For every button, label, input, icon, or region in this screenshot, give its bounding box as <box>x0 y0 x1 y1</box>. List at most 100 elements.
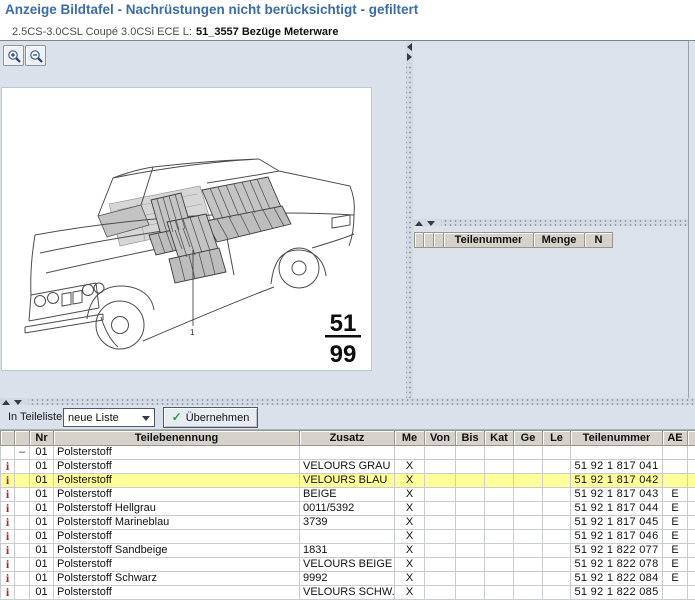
cell-kat <box>485 502 514 516</box>
parts-table: Nr Teilebenennung Zusatz Me Von Bis Kat … <box>0 430 695 600</box>
vertical-splitter[interactable] <box>406 41 413 398</box>
cell-ge <box>514 572 543 586</box>
cell-kat <box>485 516 514 530</box>
cell-ge <box>514 530 543 544</box>
expander-cell[interactable] <box>15 502 30 516</box>
col-nr[interactable]: Nr <box>30 431 54 446</box>
cell-von <box>425 572 456 586</box>
col-me[interactable]: Me <box>395 431 425 446</box>
cell-bis <box>456 460 485 474</box>
expander-cell[interactable]: – <box>15 446 30 460</box>
cell-zusatz <box>300 530 395 544</box>
cell-bis <box>456 586 485 600</box>
info-icon: i <box>1 544 15 558</box>
teileliste-toolbar: In Teileliste neue Liste ✓Übernehmen <box>0 405 695 430</box>
cell-nr: 01 <box>30 502 54 516</box>
parts-row[interactable]: i 01 Polsterstoff Sandbeige 1831 X 51 92… <box>1 544 695 558</box>
bildtafel-drawing-area[interactable]: 1 51 99 <box>1 87 372 371</box>
col-teilebenennung[interactable]: Teilebenennung <box>54 431 300 446</box>
parts-row[interactable]: – 01 Polsterstoff <box>1 446 695 460</box>
col-le[interactable]: Le <box>543 431 571 446</box>
uebernehmen-button[interactable]: ✓Übernehmen <box>163 407 258 428</box>
cell-ae: E <box>663 530 688 544</box>
preview-col-blank1 <box>414 232 424 248</box>
teileliste-select-value: neue Liste <box>68 412 119 424</box>
expander-cell[interactable] <box>15 586 30 600</box>
page-subtitle: 2.5CS-3.0CSL Coupé 3.0CSi ECE L:51_3557 … <box>12 26 338 38</box>
cell-teilenummer <box>571 446 663 460</box>
cell-nr: 01 <box>30 460 54 474</box>
preview-col-menge: Menge <box>534 232 585 248</box>
parts-row[interactable]: i 01 Polsterstoff BEIGE X 51 92 1 817 04… <box>1 488 695 502</box>
cell-bis <box>456 572 485 586</box>
cell-le <box>543 530 571 544</box>
parts-row[interactable]: i 01 Polsterstoff VELOURS BLAU X 51 92 1… <box>1 474 695 488</box>
cell-von <box>425 558 456 572</box>
cell-le <box>543 474 571 488</box>
expander-cell[interactable] <box>15 516 30 530</box>
cell-teilebenennung: Polsterstoff Sandbeige <box>54 544 300 558</box>
cell-ge <box>514 544 543 558</box>
expander-cell[interactable] <box>15 530 30 544</box>
cell-kat <box>485 460 514 474</box>
collapse-down-icon <box>14 400 22 405</box>
cell-ae <box>663 586 688 600</box>
cell-ae: E <box>663 544 688 558</box>
cell-teilenummer: 51 92 1 822 078 <box>571 558 663 572</box>
cell-me: X <box>395 586 425 600</box>
cell-zusatz <box>300 446 395 460</box>
expander-cell[interactable] <box>15 572 30 586</box>
cell-me: X <box>395 572 425 586</box>
cell-zusatz: 3739 <box>300 516 395 530</box>
cell-nr: 01 <box>30 446 54 460</box>
expander-cell[interactable] <box>15 460 30 474</box>
parts-row[interactable]: i 01 Polsterstoff VELOURS GRAU X 51 92 1… <box>1 460 695 474</box>
right-horizontal-splitter[interactable] <box>413 219 688 226</box>
expander-cell[interactable] <box>15 488 30 502</box>
info-icon: i <box>1 474 15 488</box>
col-teilenummer[interactable]: Teilenummer <box>571 431 663 446</box>
info-icon: i <box>1 572 15 586</box>
cell-zusatz: VELOURS SCHW... <box>300 586 395 600</box>
col-ae[interactable]: AE <box>663 431 688 446</box>
parts-row[interactable]: i 01 Polsterstoff X 51 92 1 817 046 E <box>1 530 695 544</box>
expander-cell[interactable] <box>15 474 30 488</box>
parts-row[interactable]: i 01 Polsterstoff Hellgrau 0011/5392 X 5… <box>1 502 695 516</box>
collapse-up-icon <box>415 221 423 226</box>
parts-row[interactable]: i 01 Polsterstoff VELOURS BEIGE X 51 92 … <box>1 558 695 572</box>
cell-teilebenennung: Polsterstoff <box>54 474 300 488</box>
cell-ae: E <box>663 488 688 502</box>
car-seat-drawing: 1 51 99 <box>2 88 371 370</box>
cell-tail <box>688 460 695 474</box>
cell-teilenummer: 51 92 1 822 077 <box>571 544 663 558</box>
cell-bis <box>456 502 485 516</box>
expander-cell[interactable] <box>15 558 30 572</box>
vehicle-descriptor: 2.5CS-3.0CSL Coupé 3.0CSi ECE L: <box>12 26 192 38</box>
zoom-out-button[interactable] <box>25 45 46 66</box>
parts-row[interactable]: i 01 Polsterstoff Schwarz 9992 X 51 92 1… <box>1 572 695 586</box>
col-von[interactable]: Von <box>425 431 456 446</box>
col-kat[interactable]: Kat <box>485 431 514 446</box>
cell-bis <box>456 446 485 460</box>
teileliste-select[interactable]: neue Liste <box>63 408 155 427</box>
vertical-splitter-arrows[interactable] <box>406 41 413 63</box>
cell-teilenummer: 51 92 1 817 045 <box>571 516 663 530</box>
parts-row[interactable]: i 01 Polsterstoff Marineblau 3739 X 51 9… <box>1 516 695 530</box>
main-split-area: 1 51 99 <box>0 40 695 398</box>
col-ge[interactable]: Ge <box>514 431 543 446</box>
zoom-in-button[interactable] <box>3 45 24 66</box>
parts-row[interactable]: i 01 Polsterstoff VELOURS SCHW... X 51 9… <box>1 586 695 600</box>
page-title: Anzeige Bildtafel - Nachrüstungen nicht … <box>5 2 418 17</box>
cell-teilenummer: 51 92 1 822 085 <box>571 586 663 600</box>
info-icon: i <box>1 502 15 516</box>
col-zusatz[interactable]: Zusatz <box>300 431 395 446</box>
collapse-up-icon <box>2 400 10 405</box>
cell-me: X <box>395 558 425 572</box>
expander-cell[interactable] <box>15 544 30 558</box>
col-bis[interactable]: Bis <box>456 431 485 446</box>
cell-ae: E <box>663 572 688 586</box>
cell-von <box>425 474 456 488</box>
preview-table-header: Teilenummer Menge N <box>414 232 613 248</box>
check-icon: ✓ <box>172 410 182 424</box>
main-horizontal-splitter[interactable] <box>0 398 695 405</box>
